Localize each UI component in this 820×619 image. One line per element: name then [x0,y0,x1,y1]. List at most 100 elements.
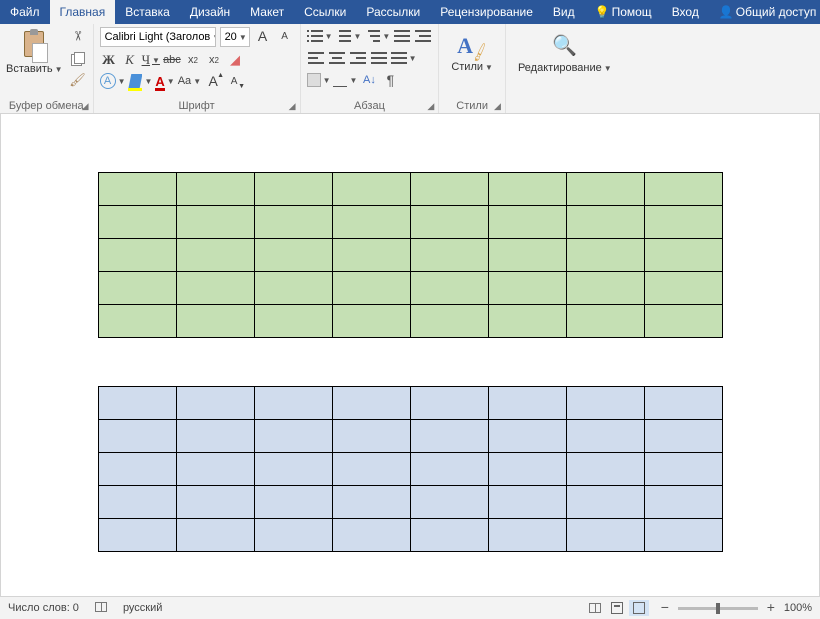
table-cell[interactable] [176,420,254,453]
table-cell[interactable] [488,387,566,420]
table-cell[interactable] [644,486,722,519]
table-cell[interactable] [254,206,332,239]
table-cell[interactable] [566,486,644,519]
table-cell[interactable] [254,239,332,272]
shading-button[interactable]: ▼ [307,71,331,89]
table-cell[interactable] [176,519,254,552]
align-left-button[interactable] [307,49,325,67]
font-name-combo[interactable]: Calibri Light (Заголов▼ [100,27,216,47]
word-count[interactable]: Число слов: 0 [8,602,79,614]
table-cell[interactable] [566,272,644,305]
table-cell[interactable] [410,486,488,519]
underline-button[interactable]: Ч▼ [142,51,160,69]
table-cell[interactable] [332,239,410,272]
table-cell[interactable] [566,239,644,272]
table-cell[interactable] [644,453,722,486]
table-cell[interactable] [332,519,410,552]
table-cell[interactable] [410,206,488,239]
font-launcher[interactable]: ◢ [289,101,296,112]
multilevel-button[interactable]: ▼ [364,27,390,45]
zoom-in-button[interactable]: + [764,601,778,615]
table-cell[interactable] [488,272,566,305]
table-cell[interactable] [176,206,254,239]
zoom-level[interactable]: 100% [784,602,812,614]
shrink-font2-button[interactable]: A▼ [225,72,243,90]
table-cell[interactable] [488,239,566,272]
table-cell[interactable] [176,272,254,305]
table-cell[interactable] [410,387,488,420]
table-cell[interactable] [332,272,410,305]
table-cell[interactable] [410,173,488,206]
table-cell[interactable] [488,173,566,206]
highlight-button[interactable]: ▼ [128,72,152,90]
menu-layout[interactable]: Макет [240,0,294,24]
print-layout-button[interactable] [607,600,627,616]
table-cell[interactable] [332,305,410,338]
table-cell[interactable] [176,387,254,420]
spellcheck-button[interactable] [95,602,107,615]
table-cell[interactable] [410,272,488,305]
table-cell[interactable] [254,305,332,338]
table-cell[interactable] [176,173,254,206]
decrease-indent-button[interactable] [393,27,411,45]
menu-file[interactable]: Файл [0,0,50,24]
font-size-combo[interactable]: 20▼ [220,27,250,47]
strikethrough-button[interactable]: abc [163,51,181,69]
table-cell[interactable] [98,453,176,486]
menu-references[interactable]: Ссылки [294,0,356,24]
table-cell[interactable] [488,420,566,453]
paragraph-launcher[interactable]: ◢ [427,101,434,112]
table-cell[interactable] [98,173,176,206]
table-cell[interactable] [98,387,176,420]
table-cell[interactable] [644,239,722,272]
table-cell[interactable] [98,420,176,453]
table-cell[interactable] [410,453,488,486]
table-cell[interactable] [644,387,722,420]
table-cell[interactable] [410,420,488,453]
language-button[interactable]: русский [123,602,162,614]
table-cell[interactable] [332,420,410,453]
copy-button[interactable] [69,49,87,67]
grow-font2-button[interactable]: A▲ [204,72,222,90]
table-cell[interactable] [644,206,722,239]
zoom-out-button[interactable]: − [658,601,672,615]
change-case-button[interactable]: Aa▼ [178,72,201,90]
sign-in[interactable]: Вход [662,0,709,24]
line-spacing-button[interactable]: ▼ [391,49,417,67]
menu-mailings[interactable]: Рассылки [356,0,430,24]
table-cell[interactable] [644,305,722,338]
table-cell[interactable] [566,173,644,206]
menu-review[interactable]: Рецензирование [430,0,543,24]
table-cell[interactable] [566,387,644,420]
menu-home[interactable]: Главная [50,0,116,24]
subscript-button[interactable]: x2 [184,51,202,69]
show-marks-button[interactable]: ¶ [381,71,399,89]
menu-view[interactable]: Вид [543,0,585,24]
menu-insert[interactable]: Вставка [115,0,180,24]
paste-button[interactable]: Вставить▼ [6,63,63,75]
table-cell[interactable] [176,305,254,338]
table-cell[interactable] [566,420,644,453]
table-cell[interactable] [98,486,176,519]
table-cell[interactable] [488,453,566,486]
table-cell[interactable] [644,173,722,206]
table-cell[interactable] [254,453,332,486]
cut-button[interactable]: ✂ [69,27,87,45]
web-layout-button[interactable] [629,600,649,616]
justify-button[interactable] [370,49,388,67]
table-cell[interactable] [176,486,254,519]
table-cell[interactable] [644,420,722,453]
zoom-thumb[interactable] [716,603,720,614]
italic-button[interactable]: К [121,51,139,69]
table-cell[interactable] [566,453,644,486]
content-table[interactable] [98,386,723,552]
zoom-slider[interactable] [678,607,758,610]
table-cell[interactable] [566,206,644,239]
menu-design[interactable]: Дизайн [180,0,240,24]
superscript-button[interactable]: x2 [205,51,223,69]
content-table[interactable] [98,172,723,338]
align-center-button[interactable] [328,49,346,67]
table-cell[interactable] [644,519,722,552]
table-cell[interactable] [332,387,410,420]
align-right-button[interactable] [349,49,367,67]
